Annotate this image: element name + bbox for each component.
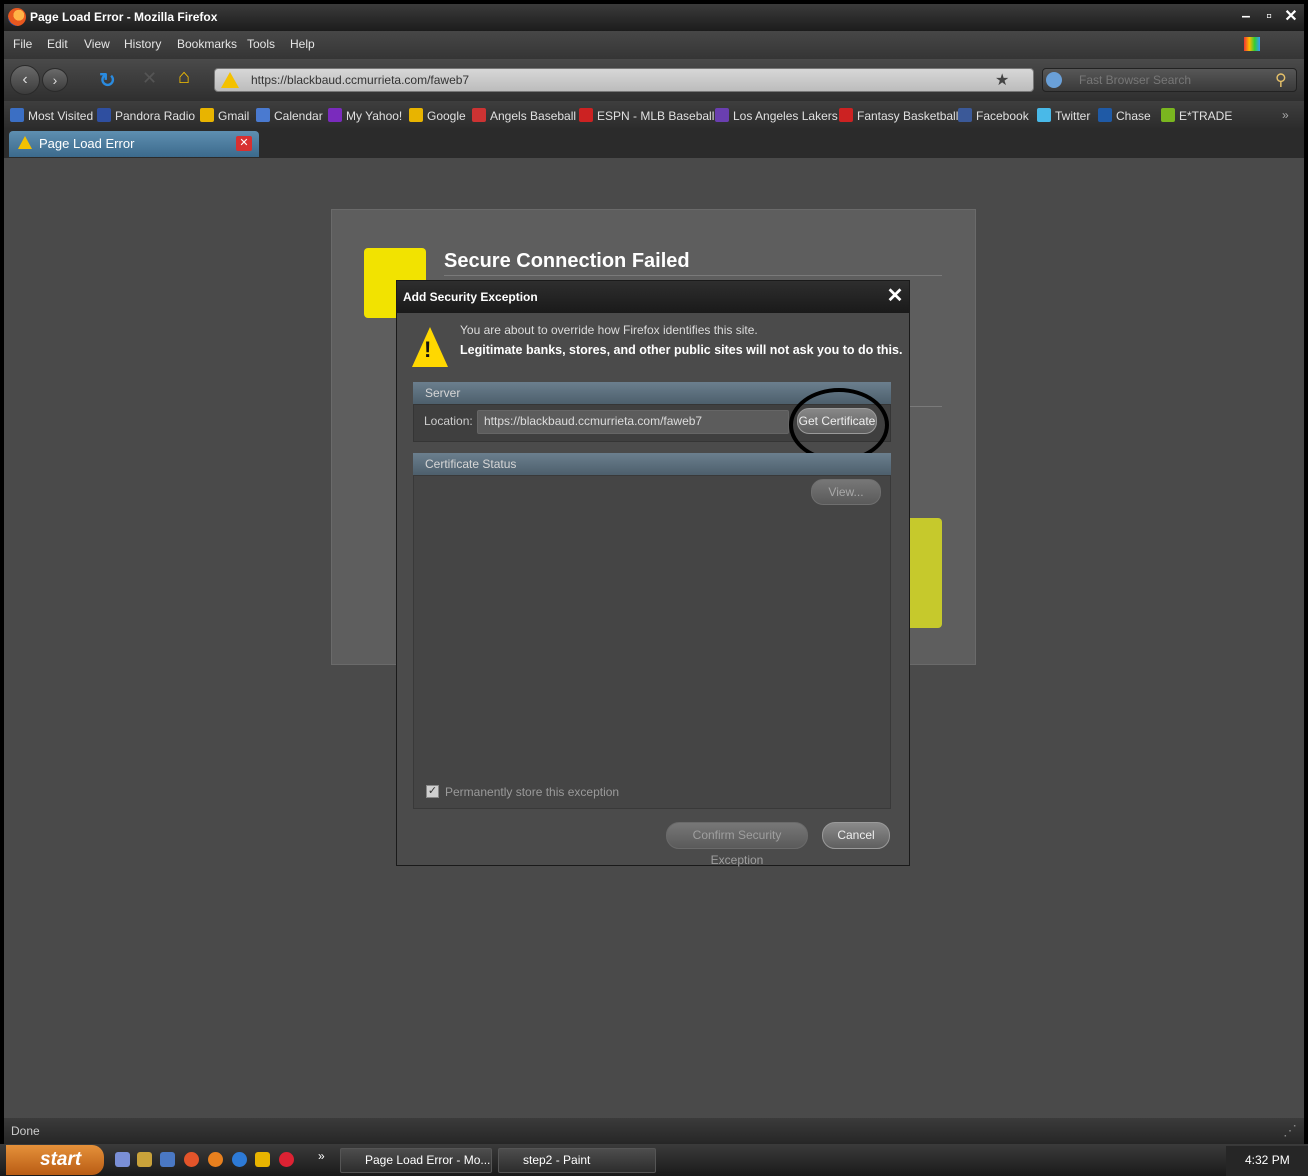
twitter-icon (1037, 108, 1051, 122)
search-placeholder[interactable]: Fast Browser Search (1079, 73, 1191, 87)
bookmark-my-yahoo[interactable]: My Yahoo! (328, 108, 402, 123)
menu-edit[interactable]: Edit (47, 37, 68, 51)
search-go-icon[interactable]: ⚲ (1275, 70, 1287, 90)
search-bar[interactable]: Fast Browser Search ⚲ (1042, 68, 1297, 92)
window-title-bar: Page Load Error - Mozilla Firefox – ▫ ✕ (4, 4, 1304, 31)
restore-button[interactable]: ▫ (1259, 7, 1279, 27)
warning-exclamation-icon: ! (424, 337, 432, 362)
certificate-status-panel (413, 475, 891, 809)
add-exception-button[interactable] (908, 518, 942, 628)
tab-page-load-error[interactable]: Page Load Error ✕ (9, 131, 259, 157)
bookmark-pandora[interactable]: Pandora Radio (97, 108, 195, 123)
warning-icon (18, 136, 32, 149)
home-icon[interactable]: ⌂ (178, 66, 190, 89)
most-visited-icon (10, 108, 24, 122)
quicklaunch-overflow-icon[interactable]: » (318, 1149, 325, 1163)
sidebar-toggle-icon[interactable] (1244, 37, 1260, 51)
bookmark-google[interactable]: Google (409, 108, 466, 123)
bookmark-gmail[interactable]: Gmail (200, 108, 249, 123)
menu-view[interactable]: View (84, 37, 110, 51)
mlb-icon (472, 108, 486, 122)
taskbar-item-firefox[interactable]: Page Load Error - Mo... (340, 1148, 492, 1173)
firefox-icon (8, 8, 26, 26)
bookmark-calendar[interactable]: Calendar (256, 108, 323, 123)
resize-grip-icon[interactable]: ⋰ (1283, 1122, 1297, 1139)
status-bar (4, 1118, 1304, 1144)
facebook-icon (958, 108, 972, 122)
tab-label: Page Load Error (39, 136, 135, 151)
quicklaunch-icon[interactable] (279, 1152, 294, 1167)
close-window-button[interactable]: ✕ (1281, 7, 1301, 27)
bookmark-star-icon[interactable]: ★ (995, 70, 1009, 90)
bookmark-most-visited[interactable]: Most Visited (10, 108, 93, 123)
certificate-status-header: Certificate Status (413, 453, 891, 475)
window-title: Page Load Error - Mozilla Firefox (30, 10, 218, 24)
bookmark-twitter[interactable]: Twitter (1037, 108, 1090, 123)
bookmark-lakers[interactable]: Los Angeles Lakers (715, 108, 838, 123)
status-text: Done (11, 1124, 40, 1138)
quicklaunch-icon[interactable] (115, 1152, 130, 1167)
dialog-close-button[interactable]: ✕ (884, 285, 906, 307)
site-warning-icon[interactable] (221, 72, 239, 88)
ie-quicklaunch-icon[interactable] (232, 1152, 247, 1167)
google-icon (409, 108, 423, 122)
bookmark-espn[interactable]: ESPN - MLB Baseball (579, 108, 714, 123)
dialog-warning-message: Legitimate banks, stores, and other publ… (460, 343, 903, 357)
permanent-store-label[interactable]: Permanently store this exception (445, 785, 619, 799)
espn-icon (839, 108, 853, 122)
location-label: Location: (424, 414, 473, 428)
firefox-quicklaunch-icon[interactable] (208, 1152, 223, 1167)
menu-help[interactable]: Help (290, 37, 315, 51)
address-url[interactable]: https://blackbaud.ccmurrieta.com/faweb7 (251, 73, 469, 87)
location-value[interactable]: https://blackbaud.ccmurrieta.com/faweb7 (484, 414, 702, 428)
quicklaunch-icon[interactable] (137, 1152, 152, 1167)
espn-icon (579, 108, 593, 122)
quicklaunch-icon[interactable] (184, 1152, 199, 1167)
address-bar[interactable]: https://blackbaud.ccmurrieta.com/faweb7 … (214, 68, 1034, 92)
chase-icon (1098, 108, 1112, 122)
error-title: Secure Connection Failed (444, 250, 690, 272)
cancel-button[interactable]: Cancel (822, 822, 890, 849)
yahoo-icon (328, 108, 342, 122)
menu-tools[interactable]: Tools (247, 37, 275, 51)
etrade-icon (1161, 108, 1175, 122)
forward-button[interactable]: › (42, 68, 68, 92)
bookmark-etrade[interactable]: E*TRADE (1161, 108, 1232, 123)
gmail-icon (200, 108, 214, 122)
reload-icon[interactable]: ↻ (99, 68, 116, 93)
quicklaunch-icon[interactable] (160, 1152, 175, 1167)
bookmark-chase[interactable]: Chase (1098, 108, 1151, 123)
tab-close-icon[interactable]: ✕ (236, 136, 252, 151)
menu-file[interactable]: File (13, 37, 32, 51)
menu-bar: File Edit View History Bookmarks Tools H… (4, 31, 1304, 59)
minimize-button[interactable]: – (1236, 7, 1256, 27)
menu-bookmarks[interactable]: Bookmarks (177, 37, 237, 51)
clock: 4:32 PM (1245, 1153, 1290, 1167)
calendar-icon (256, 108, 270, 122)
dialog-message: You are about to override how Firefox id… (460, 323, 758, 337)
permanent-store-checkbox[interactable]: ✓ (426, 785, 439, 798)
start-button[interactable]: start (6, 1145, 104, 1175)
stop-icon[interactable]: ✕ (142, 68, 157, 89)
search-engine-icon[interactable] (1046, 72, 1062, 88)
quicklaunch-icon[interactable] (255, 1152, 270, 1167)
taskbar-item-paint[interactable]: step2 - Paint (498, 1148, 656, 1173)
bookmark-facebook[interactable]: Facebook (958, 108, 1029, 123)
pandora-icon (97, 108, 111, 122)
bookmark-fantasy-basketball[interactable]: Fantasy Basketball (839, 108, 958, 123)
dialog-title: Add Security Exception (403, 290, 538, 304)
view-certificate-button[interactable]: View... (811, 479, 881, 505)
bookmark-angels[interactable]: Angels Baseball (472, 108, 576, 123)
confirm-security-exception-button[interactable]: Confirm Security Exception (666, 822, 808, 867)
back-button[interactable]: ‹ (10, 65, 40, 95)
menu-history[interactable]: History (124, 37, 161, 51)
hand-drawn-circle-annotation (789, 388, 889, 462)
bookmarks-overflow-icon[interactable]: » (1282, 108, 1289, 122)
lakers-icon (715, 108, 729, 122)
divider (444, 275, 942, 276)
divider (908, 406, 942, 407)
